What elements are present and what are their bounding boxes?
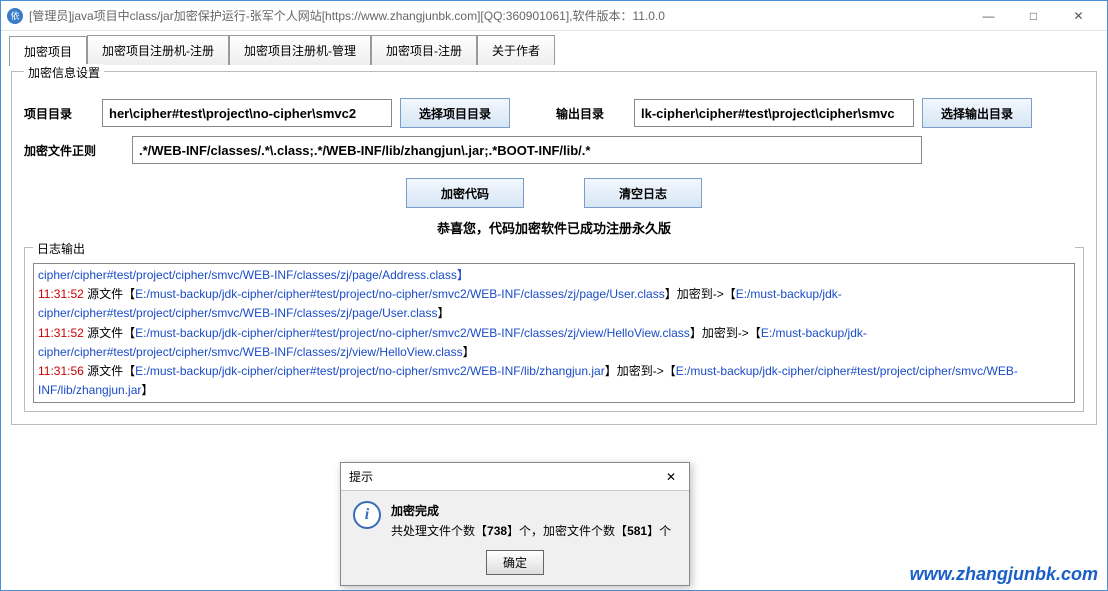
log-line: 11:31:52 源文件【E:/must-backup/jdk-cipher/c… [38,324,1070,362]
action-buttons-row: 加密代码 清空日志 [24,178,1084,208]
tabs-bar: 加密项目 加密项目注册机-注册 加密项目注册机-管理 加密项目-注册 关于作者 [1,31,1107,65]
output-dir-label: 输出目录 [556,105,626,122]
encrypt-button[interactable]: 加密代码 [406,178,524,208]
project-dir-row: 项目目录 选择项目目录 输出目录 选择输出目录 [24,98,1084,128]
dialog-heading: 加密完成 [391,504,439,518]
tab-about[interactable]: 关于作者 [477,35,555,65]
info-icon: i [353,501,381,529]
close-button[interactable]: ✕ [1056,2,1101,30]
encrypted-count: 581 [627,524,647,538]
choose-project-dir-button[interactable]: 选择项目目录 [400,98,510,128]
dialog-body: i 加密完成 共处理文件个数【738】个，加密文件个数【581】个 [341,491,689,550]
dialog-titlebar: 提示 ✕ [341,463,689,491]
log-output[interactable]: cipher/cipher#test/project/cipher/smvc/W… [33,263,1075,403]
dialog-close-button[interactable]: ✕ [661,470,681,484]
tab-register-register[interactable]: 加密项目注册机-注册 [87,35,229,65]
window-title: [管理员]java项目中class/jar加密保护运行-张军个人网站[https… [29,7,966,24]
tab-encrypt-project[interactable]: 加密项目 [9,36,87,66]
tab-project-register[interactable]: 加密项目-注册 [371,35,477,65]
app-icon: 依 [7,8,23,24]
window-controls: — □ ✕ [966,2,1101,30]
regex-label: 加密文件正则 [24,142,124,159]
dialog-message: 加密完成 共处理文件个数【738】个，加密文件个数【581】个 [391,501,671,542]
project-dir-input[interactable] [102,99,392,127]
dialog-actions: 确定 [341,550,689,585]
watermark: www.zhangjunbk.com [910,564,1098,585]
regex-row: 加密文件正则 [24,136,1084,164]
log-line: 11:31:52 源文件【E:/must-backup/jdk-cipher/c… [38,285,1070,323]
settings-legend: 加密信息设置 [24,64,104,81]
project-dir-label: 项目目录 [24,105,94,122]
dialog-msg-prefix: 共处理文件个数【 [391,524,487,538]
clear-log-button[interactable]: 清空日志 [584,178,702,208]
log-line: cipher/cipher#test/project/cipher/smvc/W… [38,266,1070,285]
info-dialog: 提示 ✕ i 加密完成 共处理文件个数【738】个，加密文件个数【581】个 确… [340,462,690,586]
titlebar: 依 [管理员]java项目中class/jar加密保护运行-张军个人网站[htt… [1,1,1107,31]
dialog-msg-mid: 】个，加密文件个数【 [507,524,627,538]
log-legend: 日志输出 [33,240,1075,257]
log-fieldset: 日志输出 cipher/cipher#test/project/cipher/s… [24,247,1084,412]
status-text: 恭喜您，代码加密软件已成功注册永久版 [24,218,1084,237]
choose-output-dir-button[interactable]: 选择输出目录 [922,98,1032,128]
processed-count: 738 [487,524,507,538]
maximize-button[interactable]: □ [1011,2,1056,30]
settings-fieldset: 加密信息设置 项目目录 选择项目目录 输出目录 选择输出目录 加密文件正则 加密… [11,71,1097,425]
regex-input[interactable] [132,136,922,164]
dialog-msg-suffix: 】个 [647,524,671,538]
dialog-ok-button[interactable]: 确定 [486,550,544,575]
output-dir-input[interactable] [634,99,914,127]
minimize-button[interactable]: — [966,2,1011,30]
log-line: 11:31:56 源文件【E:/must-backup/jdk-cipher/c… [38,362,1070,400]
dialog-title-text: 提示 [349,468,373,485]
tab-register-manage[interactable]: 加密项目注册机-管理 [229,35,371,65]
